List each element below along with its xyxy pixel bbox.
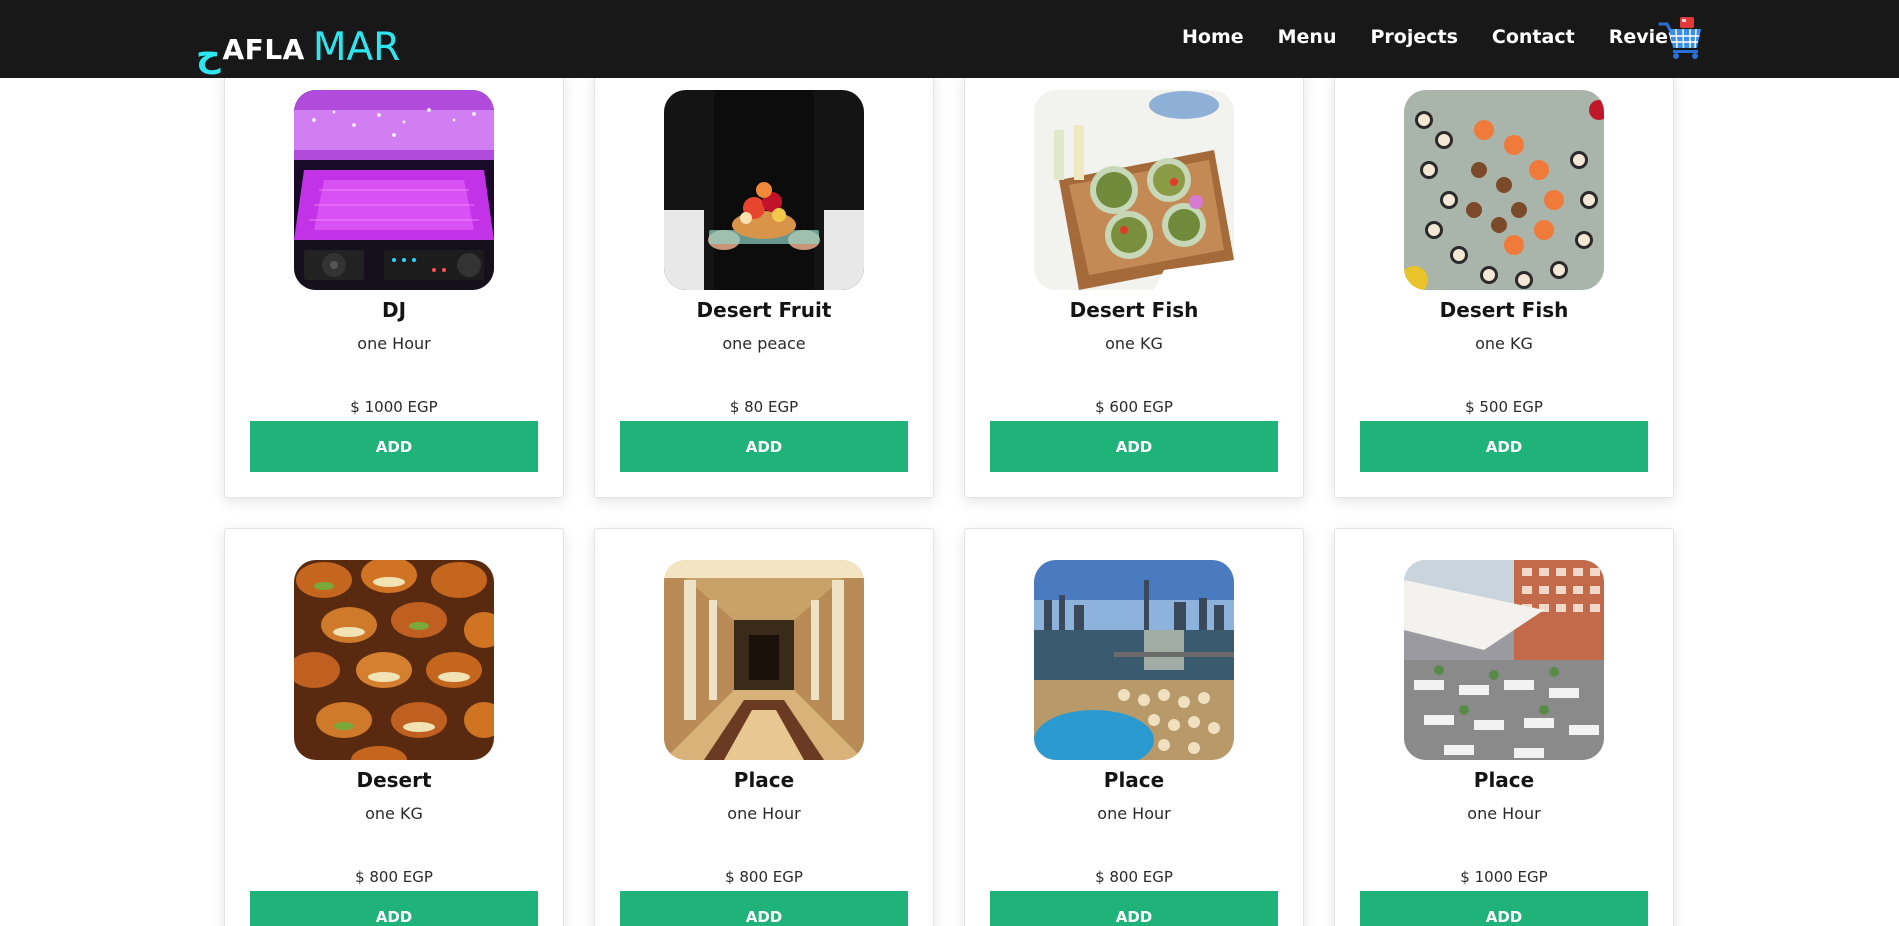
product-image (1404, 90, 1604, 290)
product-unit: one Hour (727, 804, 801, 823)
product-unit: one KG (1105, 334, 1163, 353)
product-name: Desert Fruit (696, 298, 832, 322)
product-price: $ 1000 EGP (350, 398, 438, 416)
product-price: $ 800 EGP (725, 868, 803, 886)
product-name: Place (1103, 768, 1165, 792)
product-unit: one KG (365, 804, 423, 823)
product-name: Place (733, 768, 795, 792)
product-name: Desert Fish (1439, 298, 1569, 322)
main-nav: Home Menu Projects Contact Review (1182, 24, 1720, 50)
product-card: DJ one Hour $ 1000 EGP ADD (224, 72, 564, 498)
nav-link-contact[interactable]: Contact (1492, 24, 1575, 50)
product-price: $ 800 EGP (1095, 868, 1173, 886)
product-grid: DJ one Hour $ 1000 EGP ADD Desert Fruit … (0, 0, 1899, 926)
product-image (1034, 90, 1234, 290)
product-unit: one Hour (357, 334, 431, 353)
logo-mar-text: MAR (312, 25, 401, 70)
product-card: Desert Fish one KG $ 600 EGP ADD (964, 72, 1304, 498)
product-unit: one peace (722, 334, 806, 353)
product-image (664, 560, 864, 760)
product-unit: one KG (1475, 334, 1533, 353)
product-price: $ 80 EGP (729, 398, 799, 416)
product-name: Desert Fish (1069, 298, 1199, 322)
product-unit: one Hour (1467, 804, 1541, 823)
product-image (1404, 560, 1604, 760)
add-to-cart-button[interactable]: ADD (250, 891, 538, 926)
brand-logo[interactable]: ح AFLA MAR (196, 14, 401, 72)
add-to-cart-button[interactable]: ADD (990, 421, 1278, 472)
product-card: Place one Hour $ 800 EGP ADD (964, 528, 1304, 926)
nav-link-menu[interactable]: Menu (1278, 24, 1337, 50)
product-card: Desert Fish one KG $ 500 EGP ADD (1334, 72, 1674, 498)
nav-link-projects[interactable]: Projects (1371, 24, 1458, 50)
product-price: $ 500 EGP (1465, 398, 1543, 416)
product-card: Place one Hour $ 800 EGP ADD (594, 528, 934, 926)
add-to-cart-button[interactable]: ADD (250, 421, 538, 472)
add-to-cart-button[interactable]: ADD (620, 891, 908, 926)
nav-link-home[interactable]: Home (1182, 24, 1244, 50)
product-image (1034, 560, 1234, 760)
shopping-cart-icon[interactable] (1658, 16, 1704, 60)
add-to-cart-button[interactable]: ADD (1360, 891, 1648, 926)
product-price: $ 600 EGP (1095, 398, 1173, 416)
product-name: DJ (381, 298, 407, 322)
product-name: Place (1473, 768, 1535, 792)
product-image (294, 560, 494, 760)
product-unit: one Hour (1097, 804, 1171, 823)
product-price: $ 800 EGP (355, 868, 433, 886)
logo-arabic-letter: ح (196, 35, 221, 75)
product-card: Desert Fruit one peace $ 80 EGP ADD (594, 72, 934, 498)
product-image (294, 90, 494, 290)
product-card: Desert one KG $ 800 EGP ADD (224, 528, 564, 926)
top-navbar: ح AFLA MAR Home Menu Projects Contact Re… (0, 0, 1899, 78)
add-to-cart-button[interactable]: ADD (1360, 421, 1648, 472)
add-to-cart-button[interactable]: ADD (990, 891, 1278, 926)
logo-afla-text: AFLA (222, 33, 305, 66)
product-image (664, 90, 864, 290)
product-name: Desert (356, 768, 432, 792)
product-card: Place one Hour $ 1000 EGP ADD (1334, 528, 1674, 926)
product-price: $ 1000 EGP (1460, 868, 1548, 886)
add-to-cart-button[interactable]: ADD (620, 421, 908, 472)
